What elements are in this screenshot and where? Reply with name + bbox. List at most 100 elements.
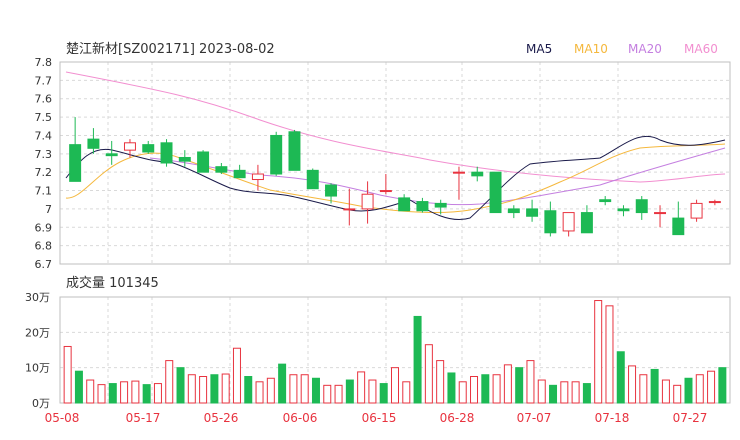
candle-body [580, 212, 593, 234]
volume-bar [74, 370, 83, 404]
legend-ma5: MA5 [526, 42, 552, 56]
volume-bar [300, 374, 309, 404]
candle-body [142, 144, 155, 153]
volume-bar [413, 315, 422, 404]
x-tick-label: 06-15 [362, 411, 397, 425]
candle-body [507, 208, 520, 214]
price-panel-frame [59, 61, 731, 265]
volume-bar [345, 379, 354, 404]
volume-bar [650, 368, 659, 404]
volume-bar [311, 377, 320, 404]
candle-body [434, 202, 447, 208]
volume-bar [131, 380, 140, 404]
volume-bars [63, 300, 727, 404]
candle-body [306, 169, 319, 190]
volume-bar [436, 360, 445, 404]
price-tick-label: 7.3 [35, 148, 53, 161]
candle-body [233, 169, 246, 179]
x-tick-label: 07-07 [517, 411, 552, 425]
volume-bar [661, 379, 670, 404]
volume-bar [368, 379, 377, 404]
price-tick-label: 6.8 [35, 240, 53, 253]
volume-bar [503, 364, 512, 404]
volume-bar [176, 367, 185, 404]
candle-body [270, 134, 283, 175]
price-tick-label: 7.1 [35, 185, 53, 198]
candle-body [617, 208, 630, 212]
volume-bar [549, 384, 558, 404]
candle-body [654, 212, 667, 215]
price-tick-label: 7.4 [35, 129, 53, 142]
volume-bar [537, 379, 546, 404]
candle-body [288, 131, 301, 171]
volume-bar [605, 305, 614, 404]
x-tick-label: 05-17 [126, 411, 161, 425]
x-axis: 05-08 05-17 05-26 06-06 06-15 06-28 07-07 07-18… [45, 411, 708, 425]
volume-bar [526, 360, 535, 404]
volume-bar [244, 376, 253, 404]
price-y-axis: 7.8 7.7 7.6 7.5 7.4 7.3 7.2 7.1 7 6.9 6.8 6.7 [35, 56, 53, 271]
volume-bar [108, 383, 117, 404]
legend-ma20: MA20 [628, 42, 662, 56]
candle-body [251, 173, 264, 181]
x-tick-label: 07-27 [673, 411, 708, 425]
candle-body [379, 190, 392, 193]
volume-bar [560, 381, 569, 404]
volume-bar [424, 344, 433, 404]
candle-body [452, 171, 465, 174]
volume-bar [628, 365, 637, 404]
price-tick-label: 7.8 [35, 56, 53, 69]
candle-body [160, 142, 173, 164]
volume-bar [323, 384, 332, 404]
candle-body [361, 193, 374, 210]
x-tick-label: 05-08 [45, 411, 80, 425]
candle-body [635, 199, 648, 214]
volume-bar [684, 377, 693, 404]
volume-tick-label: 20万 [25, 326, 50, 339]
volume-tick-label: 30万 [25, 291, 50, 304]
candlesticks [69, 117, 721, 237]
volume-bar [492, 374, 501, 404]
candle-body [398, 197, 411, 212]
x-tick-label: 05-26 [204, 411, 239, 425]
candle-body [69, 144, 82, 182]
volume-bar [63, 345, 72, 404]
price-gridlines [60, 61, 730, 265]
volume-bar [266, 377, 275, 404]
volume-bar [289, 374, 298, 404]
volume-bar [707, 370, 716, 404]
volume-bar [232, 347, 241, 404]
candle-body [87, 138, 100, 149]
kline-chart: 楚江新材[SZ002171] 2023-08-02 MA5 MA10 MA20 … [25, 41, 731, 425]
legend-ma60: MA60 [684, 42, 718, 56]
price-tick-label: 6.9 [35, 221, 53, 234]
candle-body [105, 153, 118, 157]
candle-body [197, 151, 210, 173]
volume-bar [255, 381, 264, 404]
volume-bar [571, 381, 580, 404]
candle-body [526, 208, 539, 217]
price-tick-label: 7.5 [35, 111, 53, 124]
volume-bar [481, 374, 490, 404]
volume-bar [695, 374, 704, 404]
candle-body [708, 201, 721, 204]
x-tick-label: 06-28 [440, 411, 475, 425]
volume-tick-label: 10万 [25, 362, 50, 375]
volume-bar [199, 376, 208, 404]
candle-body [416, 201, 429, 212]
volume-bar [447, 372, 456, 404]
candle-body [343, 208, 356, 211]
volume-bar [402, 381, 411, 404]
volume-bar [470, 376, 479, 404]
volume-bar [278, 363, 287, 404]
candle-body [215, 166, 228, 173]
volume-bar [515, 367, 524, 404]
price-tick-label: 7 [45, 203, 52, 216]
price-tick-label: 7.7 [35, 74, 53, 87]
volume-bar [187, 374, 196, 404]
volume-bar [379, 383, 388, 404]
volume-bar [673, 384, 682, 404]
volume-bar [86, 379, 95, 404]
candle-body [325, 184, 338, 197]
volume-bar [221, 373, 230, 404]
